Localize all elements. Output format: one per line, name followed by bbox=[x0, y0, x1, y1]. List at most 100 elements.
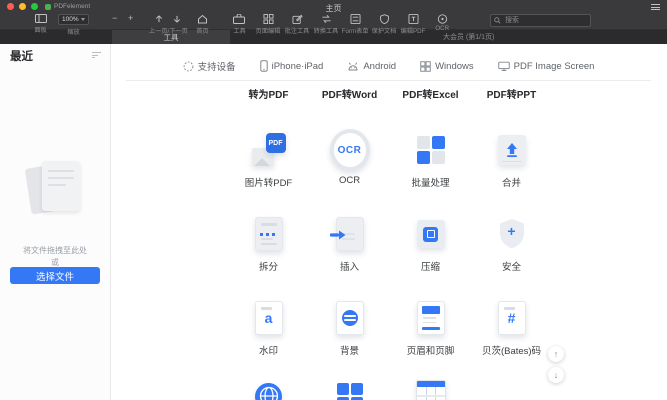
tool-split[interactable]: 拆分 bbox=[228, 214, 309, 273]
tab-iphone-ipad[interactable]: iPhone·iPad bbox=[260, 59, 324, 73]
arrow-up-icon: ↑ bbox=[554, 349, 559, 359]
tool-header-footer[interactable]: 页眉和页脚 bbox=[390, 298, 471, 357]
tab-supported-devices[interactable]: 支持设备 bbox=[183, 59, 236, 73]
sidebar-title: 最近 bbox=[10, 48, 33, 64]
pages-grid-icon bbox=[263, 14, 274, 24]
scroll-up-button[interactable]: ↑ bbox=[548, 346, 564, 362]
tool-image-to-pdf[interactable]: PDF 图片转PDF bbox=[228, 130, 309, 189]
tools-row-2: 拆分 插入 bbox=[228, 214, 552, 273]
convert-mode-button[interactable]: 转换工具 bbox=[312, 14, 340, 35]
convert-header-row: 转为PDF PDF转Word PDF转Excel PDF转PPT bbox=[228, 86, 552, 101]
windows-icon bbox=[420, 61, 431, 72]
panel-toggle-button[interactable]: 面板 bbox=[34, 14, 47, 34]
drop-hint-text: 将文件拖拽至此处 bbox=[0, 245, 110, 256]
tool-security[interactable]: + 安全 bbox=[471, 214, 552, 273]
zoom-control[interactable]: 100% 缩放 bbox=[58, 14, 89, 36]
tab-android[interactable]: Android bbox=[347, 59, 396, 73]
shield-icon bbox=[379, 14, 390, 24]
arrow-down-icon: ↓ bbox=[554, 370, 559, 380]
screen-icon bbox=[498, 61, 510, 72]
tool-empty-slot bbox=[471, 376, 552, 400]
page-edit-mode-button[interactable]: 页面编辑 bbox=[254, 14, 282, 35]
swap-arrows-icon bbox=[321, 14, 332, 24]
hamburger-menu-icon[interactable] bbox=[651, 4, 660, 12]
table-icon bbox=[411, 376, 451, 400]
sort-icon[interactable] bbox=[92, 52, 101, 60]
page-nav-control: 上一页/下一页 bbox=[148, 14, 189, 35]
panel-icon bbox=[35, 14, 47, 23]
search-input[interactable] bbox=[503, 16, 587, 25]
zoom-in-button[interactable]: + bbox=[128, 14, 133, 23]
header-pdf-to-excel[interactable]: PDF转Excel bbox=[390, 86, 471, 101]
tool-apps[interactable] bbox=[309, 376, 390, 400]
tool-batch-process[interactable]: 批量处理 bbox=[390, 130, 471, 189]
tab-windows[interactable]: Windows bbox=[420, 59, 474, 73]
ocr-circle-icon bbox=[437, 14, 448, 24]
pencil-square-icon bbox=[292, 14, 303, 24]
header-pdf-to-ppt[interactable]: PDF转PPT bbox=[471, 86, 552, 101]
zoom-value: 100% bbox=[62, 16, 79, 23]
edit-pdf-mode-button[interactable]: 编辑PDF bbox=[399, 14, 427, 35]
first-page-button[interactable]: 首页 bbox=[196, 14, 209, 35]
compress-icon bbox=[411, 214, 451, 254]
platform-tabs: 支持设备 iPhone·iPad bbox=[110, 59, 667, 73]
app-window: PDFelement 主页 面板 100% 缩放 − + bbox=[0, 0, 667, 400]
header-pdf-to-word[interactable]: PDF转Word bbox=[309, 86, 390, 101]
content: 最近 将文件拖拽至此处 或 选择文件 支持设备 bbox=[0, 43, 667, 400]
protect-mode-button[interactable]: 保护文档 bbox=[370, 14, 398, 35]
insert-icon bbox=[330, 214, 370, 254]
batch-grid-icon bbox=[411, 130, 451, 170]
bates-icon: # bbox=[492, 298, 532, 338]
toolbar: 面板 100% 缩放 − + 上一页/下一页 bbox=[0, 13, 667, 29]
ocr-icon: OCR bbox=[330, 130, 370, 170]
form-lines-icon bbox=[350, 14, 361, 24]
tool-table-extract[interactable] bbox=[390, 376, 471, 400]
main-panel: 支持设备 iPhone·iPad bbox=[110, 43, 667, 400]
next-page-icon[interactable] bbox=[172, 14, 182, 24]
header-to-pdf[interactable]: 转为PDF bbox=[228, 86, 309, 101]
tools-mode-button[interactable]: 工具 bbox=[225, 14, 253, 35]
apps-grid-icon bbox=[330, 376, 370, 400]
merge-icon bbox=[492, 130, 532, 170]
phone-icon bbox=[260, 60, 268, 72]
search-box[interactable] bbox=[490, 14, 591, 27]
tool-compress[interactable]: 压缩 bbox=[390, 214, 471, 273]
previous-page-icon[interactable] bbox=[154, 14, 164, 24]
tools-row-3: a 水印 背景 bbox=[228, 298, 552, 357]
globe-icon bbox=[249, 376, 289, 400]
chevron-down-icon bbox=[81, 18, 85, 21]
watermark-icon: a bbox=[249, 298, 289, 338]
window-title: 主页 bbox=[0, 3, 667, 14]
recent-sidebar: 最近 将文件拖拽至此处 或 选择文件 bbox=[0, 43, 111, 400]
home-icon bbox=[197, 14, 208, 24]
toolbox-icon bbox=[233, 14, 245, 24]
tool-translate[interactable] bbox=[228, 376, 309, 400]
tool-ocr[interactable]: OCR OCR bbox=[309, 130, 390, 189]
background-icon bbox=[330, 298, 370, 338]
annotate-mode-button[interactable]: 批注工具 bbox=[283, 14, 311, 35]
tools-row-1: PDF 图片转PDF OCR OCR 批量处理 bbox=[228, 130, 552, 189]
tools-row-4 bbox=[228, 376, 552, 400]
tool-bates-numbering[interactable]: # 贝茨(Bates)码 bbox=[471, 298, 552, 357]
form-mode-button[interactable]: Form表单 bbox=[341, 14, 369, 35]
devices-circle-icon bbox=[183, 61, 194, 72]
tab-image-screen[interactable]: PDF Image Screen bbox=[498, 59, 595, 73]
section-divider bbox=[126, 80, 651, 81]
empty-state-illustration bbox=[26, 158, 84, 218]
titlebar: PDFelement 主页 bbox=[0, 0, 667, 13]
choose-file-button[interactable]: 选择文件 bbox=[10, 267, 100, 284]
toolbar-mode-group: 工具 页面编辑 批注工具 bbox=[225, 14, 456, 35]
tool-watermark[interactable]: a 水印 bbox=[228, 298, 309, 357]
security-shield-icon: + bbox=[492, 214, 532, 254]
tool-background[interactable]: 背景 bbox=[309, 298, 390, 357]
zoom-out-button[interactable]: − bbox=[112, 14, 117, 23]
zoom-dropdown[interactable]: 100% bbox=[58, 14, 89, 25]
tool-insert[interactable]: 插入 bbox=[309, 214, 390, 273]
search-icon bbox=[494, 17, 501, 24]
android-icon bbox=[347, 61, 359, 72]
tool-merge[interactable]: 合并 bbox=[471, 130, 552, 189]
scroll-down-button[interactable]: ↓ bbox=[548, 367, 564, 383]
header-footer-icon bbox=[411, 298, 451, 338]
edit-text-icon bbox=[408, 14, 419, 24]
ocr-mode-button[interactable]: OCR bbox=[428, 14, 456, 35]
